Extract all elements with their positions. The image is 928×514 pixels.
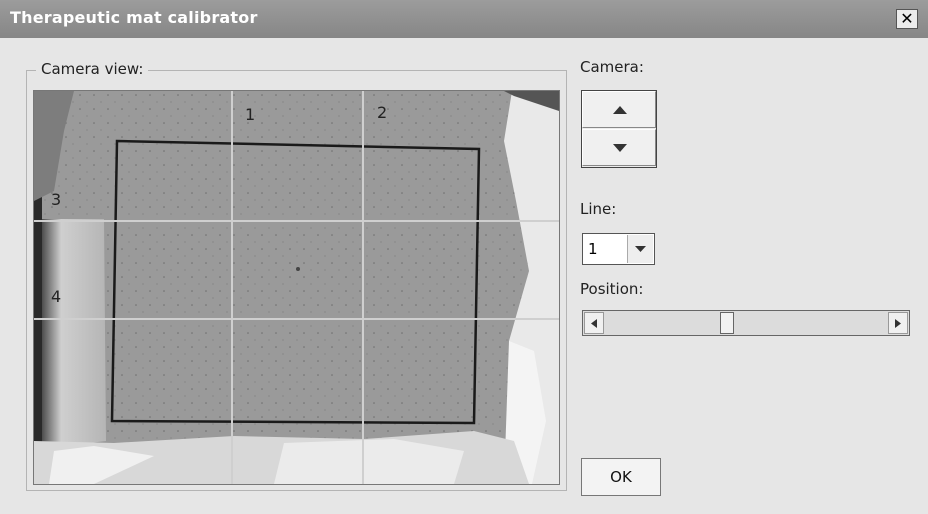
grid-number-3: 3 <box>51 190 62 209</box>
camera-feed <box>34 91 559 484</box>
arrow-right-icon <box>895 319 901 328</box>
close-icon: ✕ <box>900 9 914 28</box>
ok-button[interactable]: OK <box>581 458 661 496</box>
line-label: Line: <box>580 200 617 218</box>
grid-number-1: 1 <box>245 105 256 124</box>
chevron-down-icon <box>635 246 646 252</box>
position-scrollbar[interactable] <box>582 310 910 336</box>
close-button[interactable]: ✕ <box>896 9 918 29</box>
scroll-left-button[interactable] <box>584 312 604 334</box>
scroll-right-button[interactable] <box>888 312 908 334</box>
camera-down-button[interactable] <box>582 129 656 166</box>
grid-number-4: 4 <box>51 287 62 306</box>
camera-view-label: Camera view: <box>36 60 149 78</box>
arrow-left-icon <box>591 319 597 328</box>
camera-label: Camera: <box>580 58 644 76</box>
line-select[interactable]: 1 <box>582 233 655 265</box>
grid-number-2: 2 <box>377 103 388 122</box>
line-select-dropdown-button[interactable] <box>627 235 653 263</box>
camera-view-image <box>33 90 560 485</box>
arrow-down-icon <box>613 144 627 152</box>
position-slider-thumb[interactable] <box>720 312 735 334</box>
title-bar: Therapeutic mat calibrator ✕ <box>0 0 928 38</box>
calibrator-window: Therapeutic mat calibrator ✕ Camera view… <box>0 0 928 514</box>
camera-button-group <box>581 90 657 168</box>
position-label: Position: <box>580 280 644 298</box>
line-select-value: 1 <box>588 240 598 258</box>
window-title: Therapeutic mat calibrator <box>10 8 258 27</box>
arrow-up-icon <box>613 106 627 114</box>
camera-up-button[interactable] <box>582 91 656 128</box>
